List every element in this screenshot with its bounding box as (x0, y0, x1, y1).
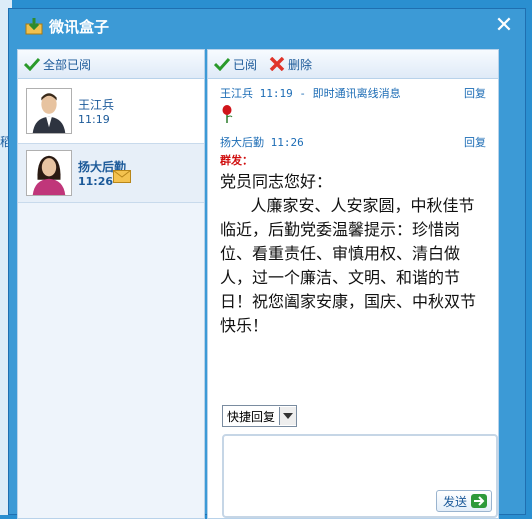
male-avatar-icon (26, 88, 72, 134)
right-toolbar: 已阅 删除 (208, 50, 498, 79)
send-button[interactable]: 发送 (435, 490, 492, 512)
contact-item-wangjiangbing[interactable]: 王江兵 11:19 (18, 79, 204, 144)
delete-label: 删除 (288, 57, 313, 72)
mark-read-label: 已阅 (233, 57, 258, 72)
delete-icon (269, 57, 285, 71)
message-header: 王江兵 11:19 - 即时通讯离线消息 (220, 87, 401, 100)
female-avatar-icon (26, 150, 72, 196)
quick-reply-select[interactable]: 快捷回复 (222, 405, 298, 427)
reply-input[interactable]: 发送 (222, 434, 498, 518)
quick-reply-value: 快捷回复 (227, 409, 276, 424)
message-header: 扬大后勤 11:26 (220, 136, 304, 149)
mark-all-read-button[interactable]: 全部已阅 (24, 56, 91, 73)
arrow-right-icon (471, 494, 487, 508)
window-title: 微讯盒子 (49, 17, 110, 36)
message-panel: 已阅 删除 王江兵 11:19 - 即时通讯离线消息 回复 扬大后勤 11:26… (207, 49, 499, 519)
broadcast-tag: 群发： (220, 154, 253, 167)
contact-time: 11:19 (78, 113, 110, 126)
contact-item-yangdahouqin[interactable]: 扬大后勤 11:26 (18, 144, 204, 203)
close-button[interactable]: ✕ (493, 15, 515, 37)
message-item: 扬大后勤 11:26 回复 群发： 党员同志您好： 人廉家安、人安家圆，中秋佳节… (208, 128, 498, 338)
chevron-down-icon (279, 407, 297, 425)
message-item: 王江兵 11:19 - 即时通讯离线消息 回复 (208, 79, 498, 128)
contact-name: 王江兵 (78, 98, 115, 112)
reply-link[interactable]: 回复 (464, 85, 486, 101)
titlebar: 微讯盒子 (9, 9, 525, 43)
message-box-window: 微讯盒子 ✕ 全部已阅 王江兵 11:19 扬大后勤 11:26 已阅 删除 王… (8, 8, 526, 519)
delete-button[interactable]: 删除 (269, 56, 312, 73)
inbox-icon (25, 18, 43, 35)
rose-icon (222, 105, 233, 123)
send-label: 发送 (442, 494, 467, 509)
reply-link[interactable]: 回复 (464, 134, 486, 150)
mail-icon (113, 170, 131, 183)
mark-all-read-label: 全部已阅 (43, 57, 92, 72)
check-icon (24, 57, 40, 71)
left-toolbar: 全部已阅 (18, 50, 204, 79)
check-icon (214, 57, 230, 71)
message-body: 党员同志您好： 人廉家安、人安家圆，中秋佳节临近，后勤党委温馨提示：珍惜岗位、看… (220, 172, 477, 335)
mark-read-button[interactable]: 已阅 (214, 56, 257, 73)
contact-list-panel: 全部已阅 王江兵 11:19 扬大后勤 11:26 (17, 49, 205, 519)
